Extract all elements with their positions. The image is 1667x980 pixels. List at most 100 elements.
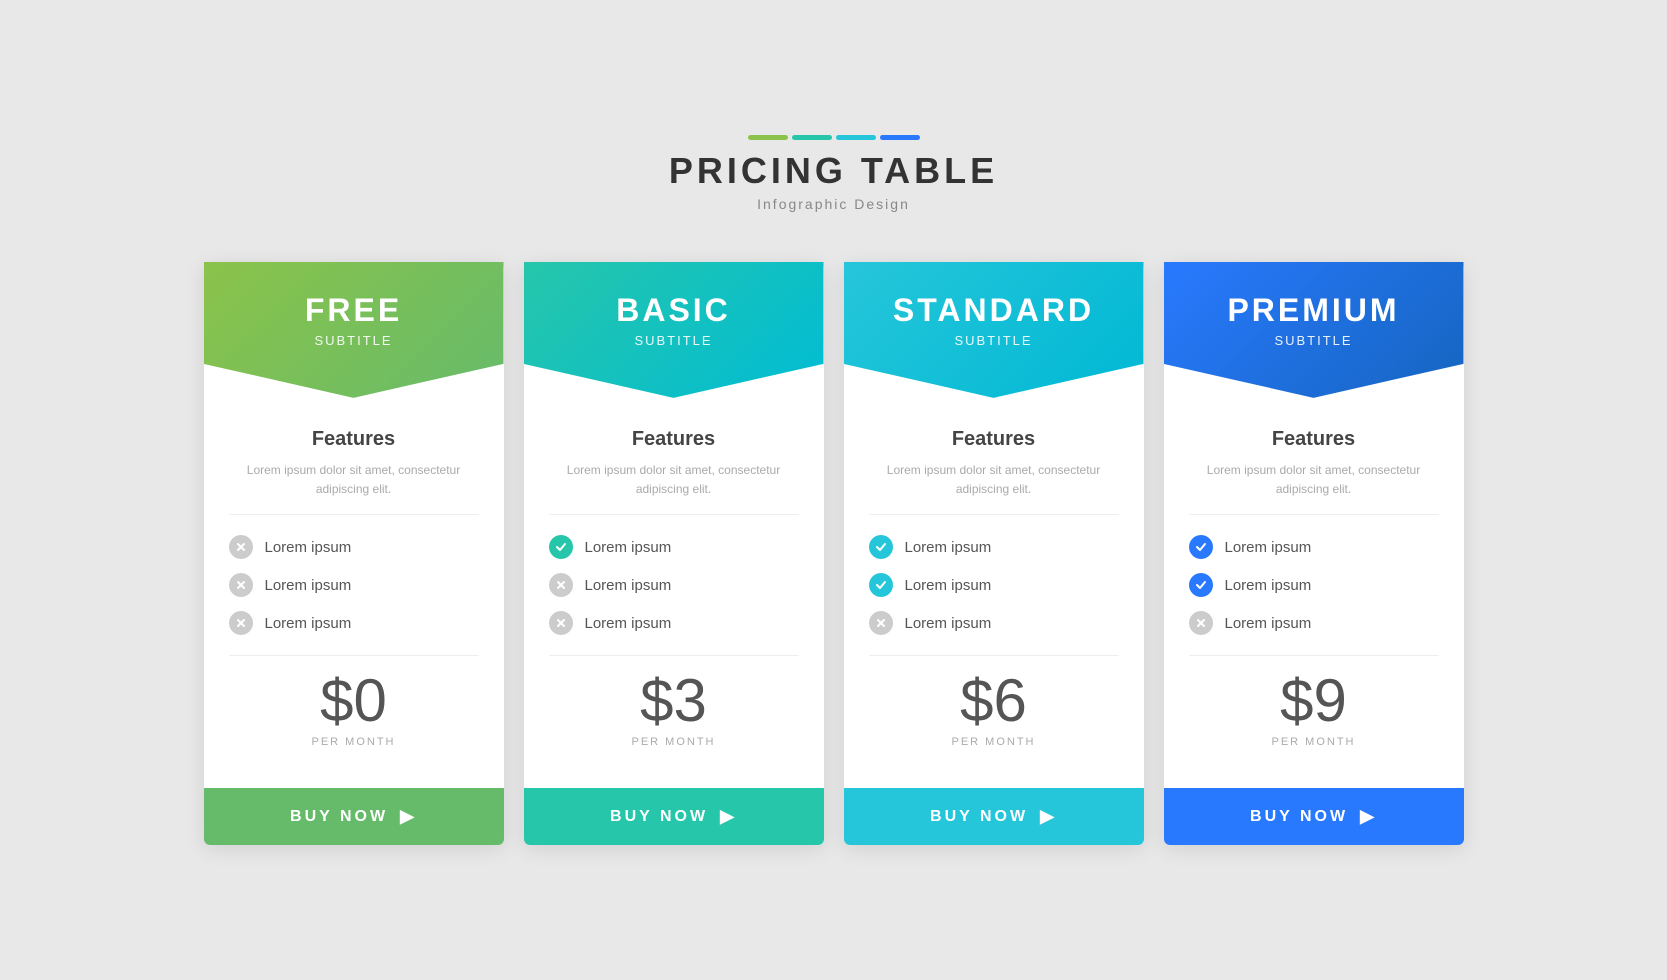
cross-icon: [229, 611, 253, 635]
price-section: $9 PER MONTH: [1189, 655, 1439, 768]
feature-list: Lorem ipsum Lorem ipsum Lorem ipsum: [869, 535, 1119, 635]
arrow-icon: ▶: [1360, 806, 1377, 827]
card-header: BASIC SUBTITLE: [524, 262, 824, 398]
cross-icon: [1189, 611, 1213, 635]
feature-item: Lorem ipsum: [229, 611, 479, 635]
feature-text: Lorem ipsum: [1225, 539, 1312, 556]
feature-item: Lorem ipsum: [229, 573, 479, 597]
plan-name: FREE: [224, 292, 484, 329]
features-desc: Lorem ipsum dolor sit amet, consectetur …: [229, 461, 479, 515]
feature-text: Lorem ipsum: [1225, 577, 1312, 594]
feature-text: Lorem ipsum: [265, 577, 352, 594]
plan-subtitle: SUBTITLE: [864, 333, 1124, 348]
feature-text: Lorem ipsum: [905, 539, 992, 556]
feature-text: Lorem ipsum: [905, 577, 992, 594]
feature-item: Lorem ipsum: [869, 611, 1119, 635]
price-period: PER MONTH: [229, 736, 479, 748]
price-amount: $3: [549, 671, 799, 731]
buy-button-label: BUY NOW: [930, 808, 1028, 826]
buy-now-button[interactable]: BUY NOW ▶: [844, 788, 1144, 845]
pricing-card-standard: STANDARD SUBTITLE Features Lorem ipsum d…: [844, 262, 1144, 845]
plan-name: BASIC: [544, 292, 804, 329]
price-section: $6 PER MONTH: [869, 655, 1119, 768]
feature-list: Lorem ipsum Lorem ipsum Lorem ipsum: [549, 535, 799, 635]
feature-text: Lorem ipsum: [265, 615, 352, 632]
card-header: STANDARD SUBTITLE: [844, 262, 1144, 398]
feature-text: Lorem ipsum: [585, 539, 672, 556]
page-title: PRICING TABLE: [669, 150, 998, 192]
buy-button-label: BUY NOW: [610, 808, 708, 826]
plan-subtitle: SUBTITLE: [224, 333, 484, 348]
card-header: PREMIUM SUBTITLE: [1164, 262, 1464, 398]
color-bar: [880, 135, 920, 140]
feature-item: Lorem ipsum: [869, 535, 1119, 559]
card-footer: BUY NOW ▶: [204, 788, 504, 845]
color-bars: [669, 135, 998, 140]
check-icon: [869, 573, 893, 597]
page-header: PRICING TABLE Infographic Design: [669, 135, 998, 212]
feature-item: Lorem ipsum: [1189, 535, 1439, 559]
cross-icon: [229, 573, 253, 597]
features-desc: Lorem ipsum dolor sit amet, consectetur …: [1189, 461, 1439, 515]
check-icon: [869, 535, 893, 559]
feature-text: Lorem ipsum: [265, 539, 352, 556]
feature-list: Lorem ipsum Lorem ipsum Lorem ipsum: [229, 535, 479, 635]
check-icon: [1189, 535, 1213, 559]
buy-now-button[interactable]: BUY NOW ▶: [524, 788, 824, 845]
feature-list: Lorem ipsum Lorem ipsum Lorem ipsum: [1189, 535, 1439, 635]
feature-text: Lorem ipsum: [585, 577, 672, 594]
feature-text: Lorem ipsum: [585, 615, 672, 632]
price-section: $0 PER MONTH: [229, 655, 479, 768]
cross-icon: [869, 611, 893, 635]
features-title: Features: [229, 428, 479, 451]
color-bar: [792, 135, 832, 140]
price-period: PER MONTH: [549, 736, 799, 748]
card-body: Features Lorem ipsum dolor sit amet, con…: [204, 398, 504, 788]
plan-name: PREMIUM: [1184, 292, 1444, 329]
card-header: FREE SUBTITLE: [204, 262, 504, 398]
features-desc: Lorem ipsum dolor sit amet, consectetur …: [869, 461, 1119, 515]
feature-item: Lorem ipsum: [1189, 611, 1439, 635]
color-bar: [748, 135, 788, 140]
plan-subtitle: SUBTITLE: [1184, 333, 1444, 348]
card-footer: BUY NOW ▶: [524, 788, 824, 845]
feature-text: Lorem ipsum: [1225, 615, 1312, 632]
pricing-card-free: FREE SUBTITLE Features Lorem ipsum dolor…: [204, 262, 504, 845]
feature-item: Lorem ipsum: [229, 535, 479, 559]
color-bar: [836, 135, 876, 140]
features-title: Features: [1189, 428, 1439, 451]
cross-icon: [549, 611, 573, 635]
price-amount: $6: [869, 671, 1119, 731]
card-footer: BUY NOW ▶: [844, 788, 1144, 845]
cross-icon: [549, 573, 573, 597]
pricing-container: FREE SUBTITLE Features Lorem ipsum dolor…: [204, 262, 1464, 845]
cross-icon: [229, 535, 253, 559]
buy-button-label: BUY NOW: [1250, 808, 1348, 826]
plan-name: STANDARD: [864, 292, 1124, 329]
feature-item: Lorem ipsum: [549, 573, 799, 597]
price-period: PER MONTH: [869, 736, 1119, 748]
pricing-card-premium: PREMIUM SUBTITLE Features Lorem ipsum do…: [1164, 262, 1464, 845]
buy-now-button[interactable]: BUY NOW ▶: [1164, 788, 1464, 845]
buy-now-button[interactable]: BUY NOW ▶: [204, 788, 504, 845]
arrow-icon: ▶: [720, 806, 737, 827]
feature-item: Lorem ipsum: [549, 535, 799, 559]
feature-text: Lorem ipsum: [905, 615, 992, 632]
price-amount: $0: [229, 671, 479, 731]
price-period: PER MONTH: [1189, 736, 1439, 748]
card-body: Features Lorem ipsum dolor sit amet, con…: [524, 398, 824, 788]
feature-item: Lorem ipsum: [1189, 573, 1439, 597]
card-body: Features Lorem ipsum dolor sit amet, con…: [1164, 398, 1464, 788]
arrow-icon: ▶: [400, 806, 417, 827]
check-icon: [1189, 573, 1213, 597]
feature-item: Lorem ipsum: [549, 611, 799, 635]
buy-button-label: BUY NOW: [290, 808, 388, 826]
feature-item: Lorem ipsum: [869, 573, 1119, 597]
price-amount: $9: [1189, 671, 1439, 731]
features-desc: Lorem ipsum dolor sit amet, consectetur …: [549, 461, 799, 515]
price-section: $3 PER MONTH: [549, 655, 799, 768]
pricing-card-basic: BASIC SUBTITLE Features Lorem ipsum dolo…: [524, 262, 824, 845]
card-body: Features Lorem ipsum dolor sit amet, con…: [844, 398, 1144, 788]
card-footer: BUY NOW ▶: [1164, 788, 1464, 845]
page-subtitle: Infographic Design: [669, 196, 998, 212]
